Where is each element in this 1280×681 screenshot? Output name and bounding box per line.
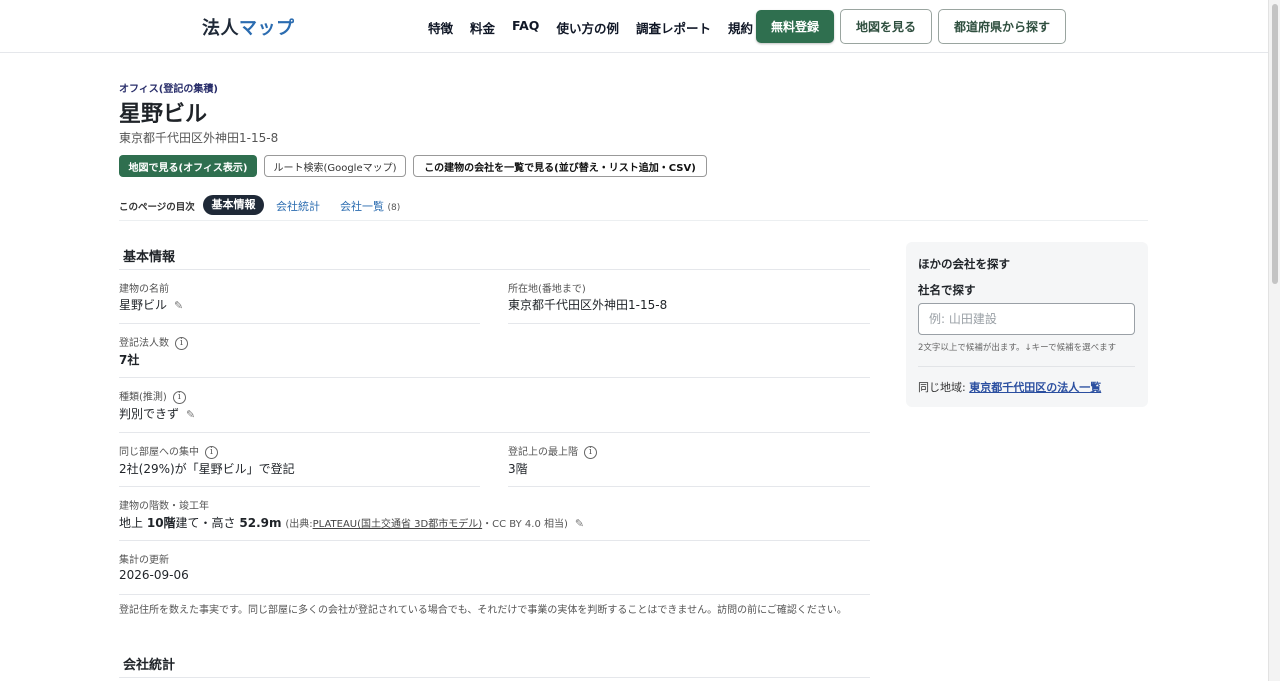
building-height: 52.9m xyxy=(239,516,282,530)
toc-company-list[interactable]: 会社一覧 (8) xyxy=(340,198,400,214)
pencil-icon[interactable]: ✎ xyxy=(575,517,584,530)
floors-value: 地上 10階建て・高さ 52.9m (出典:PLATEAU(国土交通省 3D都市… xyxy=(119,514,584,531)
company-list-button[interactable]: この建物の会社を一覧で見る(並び替え・リスト追加・CSV) xyxy=(413,155,707,177)
divider xyxy=(119,220,1148,221)
search-sidebar: ほかの会社を探す 社名で探す 2文字以上で候補が出ます。↓キーで候補を選べます … xyxy=(906,242,1148,407)
page-scrollbar[interactable] xyxy=(1268,0,1280,681)
route-search-button[interactable]: ルート検索(Googleマップ) xyxy=(264,155,406,177)
location-label: 所在地(番地まで) xyxy=(508,284,586,295)
logo-main: 法人 xyxy=(202,18,239,39)
updated-label: 集計の更新 xyxy=(119,555,169,566)
type-value-text: 判別できず xyxy=(119,407,180,421)
nav-pricing[interactable]: 料金 xyxy=(470,18,495,37)
divider xyxy=(119,432,870,433)
view-map-button[interactable]: 地図を見る xyxy=(840,9,932,44)
floors-count: 10階 xyxy=(146,516,176,530)
sidebar-title: ほかの会社を探す xyxy=(918,257,1010,271)
nav-terms[interactable]: 規約 xyxy=(728,18,753,37)
info-icon[interactable]: i xyxy=(172,390,186,404)
building-name-label: 建物の名前 xyxy=(119,284,169,295)
divider xyxy=(119,269,870,270)
building-address: 東京都千代田区外神田1-15-8 xyxy=(119,131,279,145)
region-company-list-link[interactable]: 東京都千代田区の法人一覧 xyxy=(969,381,1101,394)
info-icon[interactable]: i xyxy=(175,336,188,350)
divider xyxy=(119,594,870,595)
pencil-icon[interactable]: ✎ xyxy=(174,299,183,312)
search-hint: 2文字以上で候補が出ます。↓キーで候補を選べます xyxy=(918,343,1117,353)
main-nav: 特徴 料金 FAQ 使い方の例 調査レポート 規約 xyxy=(428,18,770,37)
type-label-text: 種類(推測) xyxy=(119,392,167,403)
info-icon[interactable]: i xyxy=(584,445,597,459)
type-label: 種類(推測) i xyxy=(119,388,186,404)
nav-features[interactable]: 特徴 xyxy=(428,18,453,37)
info-icon[interactable]: i xyxy=(205,445,218,459)
company-search-label: 社名で探す xyxy=(918,283,976,297)
divider xyxy=(508,323,870,324)
divider xyxy=(119,377,870,378)
top-floor-label-text: 登記上の最上階 xyxy=(508,447,578,458)
building-name-value: 星野ビル ✎ xyxy=(119,296,183,313)
plateau-source-link[interactable]: PLATEAU(国土交通省 3D都市モデル) xyxy=(313,519,483,530)
corp-count-value: 7社 xyxy=(119,353,140,367)
nav-reports[interactable]: 調査レポート xyxy=(636,18,711,37)
building-category: オフィス(登記の集積) xyxy=(119,84,218,95)
section-title-stats: 会社統計 xyxy=(123,658,176,673)
same-region-label: 同じ地域: xyxy=(918,381,966,394)
same-region: 同じ地域: 東京都千代田区の法人一覧 xyxy=(918,379,1101,395)
page-title: 星野ビル xyxy=(119,102,208,127)
toc-company-count: (8) xyxy=(387,203,401,213)
site-header: 法人マップ 特徴 料金 FAQ 使い方の例 調査レポート 規約 無料登録 地図を… xyxy=(0,0,1268,53)
scrollbar-thumb[interactable] xyxy=(1272,4,1278,284)
top-floor-value: 3階 xyxy=(508,462,528,476)
concentration-label: 同じ部屋への集中 i xyxy=(119,443,218,459)
pencil-icon[interactable]: ✎ xyxy=(186,408,195,421)
nav-usage-examples[interactable]: 使い方の例 xyxy=(556,18,619,37)
divider xyxy=(119,677,870,678)
type-value: 判別できず ✎ xyxy=(119,405,195,422)
toc-label: このページの目次 xyxy=(119,202,195,213)
corp-count-label: 登記法人数 i xyxy=(119,334,188,350)
toc-basic-info[interactable]: 基本情報 xyxy=(203,195,264,215)
concentration-value: 2社(29%)が「星野ビル」で登記 xyxy=(119,462,295,476)
divider xyxy=(119,323,480,324)
toc-company-list-label: 会社一覧 xyxy=(340,200,384,213)
disclaimer-note: 登記住所を数えた事実です。同じ部屋に多くの会社が登記されている場合でも、それだけ… xyxy=(119,605,847,616)
divider xyxy=(119,540,870,541)
site-logo[interactable]: 法人マップ xyxy=(202,14,295,40)
updated-value: 2026-09-06 xyxy=(119,568,189,582)
concentration-label-text: 同じ部屋への集中 xyxy=(119,447,199,458)
search-by-prefecture-button[interactable]: 都道府県から探す xyxy=(938,9,1066,44)
logo-accent: マップ xyxy=(239,18,295,39)
toc-company-stats[interactable]: 会社統計 xyxy=(276,198,320,214)
signup-button[interactable]: 無料登録 xyxy=(756,10,834,43)
nav-faq[interactable]: FAQ xyxy=(512,18,539,37)
corp-count-label-text: 登記法人数 xyxy=(119,338,169,349)
building-name-text: 星野ビル xyxy=(119,298,168,312)
divider xyxy=(508,486,870,487)
map-office-button[interactable]: 地図で見る(オフィス表示) xyxy=(119,155,257,177)
section-title-basic: 基本情報 xyxy=(123,250,176,265)
floors-mid: 建て・高さ xyxy=(175,516,236,530)
source-open: (出典: xyxy=(285,519,313,530)
floors-prefix: 地上 xyxy=(119,516,144,530)
divider xyxy=(119,486,480,487)
company-search-input[interactable] xyxy=(918,303,1135,335)
divider xyxy=(918,366,1135,367)
location-value: 東京都千代田区外神田1-15-8 xyxy=(508,298,668,312)
top-floor-label: 登記上の最上階 i xyxy=(508,443,597,459)
source-close: ・CC BY 4.0 相当) xyxy=(482,519,568,530)
floors-label: 建物の階数・竣工年 xyxy=(119,501,209,512)
